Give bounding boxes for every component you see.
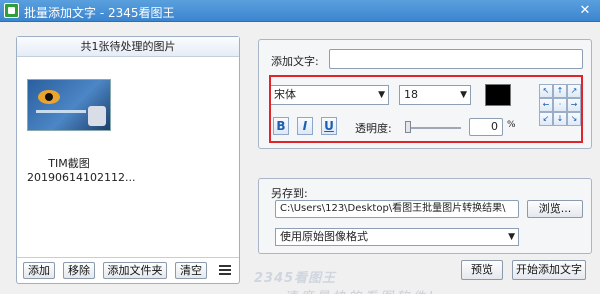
font-size-value: 18 xyxy=(404,88,418,101)
opacity-slider-thumb[interactable] xyxy=(405,121,411,133)
position-bottom-left-icon[interactable]: ↙ xyxy=(539,112,553,126)
eye-logo-icon xyxy=(38,90,60,104)
add-text-input[interactable] xyxy=(329,49,583,69)
opacity-slider-track[interactable] xyxy=(405,127,461,129)
chevron-down-icon: ▼ xyxy=(460,90,467,100)
image-thumbnail xyxy=(27,79,111,131)
bold-button[interactable]: B xyxy=(273,117,289,135)
image-name-line2: 20190614102112... xyxy=(27,171,136,184)
font-select[interactable]: 宋体 ▼ xyxy=(269,85,389,105)
person-figure xyxy=(88,106,106,126)
add-text-label: 添加文字: xyxy=(271,55,319,68)
position-top-right-icon[interactable]: ↗ xyxy=(567,84,581,98)
position-top-center-icon[interactable]: ↑ xyxy=(553,84,567,98)
start-add-text-button[interactable]: 开始添加文字 xyxy=(512,260,586,280)
position-center-icon[interactable]: · xyxy=(553,98,567,112)
brand-slogan: 速度最快的看图软件! xyxy=(284,286,436,294)
text-settings-group: 添加文字: 宋体 ▼ 18 ▼ ↖ ↑ ↗ ← · → ↙ ↓ ↘ B I U … xyxy=(258,39,592,149)
list-view-icon[interactable] xyxy=(219,265,231,275)
save-to-label: 另存到: xyxy=(271,187,308,200)
position-top-left-icon[interactable]: ↖ xyxy=(539,84,553,98)
opacity-label: 透明度: xyxy=(355,122,392,135)
image-name: TIM截图 20190614102112... xyxy=(27,157,136,185)
format-select[interactable]: 使用原始图像格式 ▼ xyxy=(275,228,519,246)
add-button[interactable]: 添加 xyxy=(23,262,55,279)
image-list-item[interactable]: TIM截图 20190614102112... xyxy=(27,79,136,185)
position-bottom-center-icon[interactable]: ↓ xyxy=(553,112,567,126)
browse-button[interactable]: 浏览... xyxy=(527,200,583,218)
position-grid: ↖ ↑ ↗ ← · → ↙ ↓ ↘ xyxy=(539,84,581,126)
title-bar: 批量添加文字 - 2345看图王 ✕ xyxy=(0,0,600,22)
position-middle-left-icon[interactable]: ← xyxy=(539,98,553,112)
image-list-panel: 共1张待处理的图片 TIM截图 20190614102112... 添加 移除 … xyxy=(16,36,240,284)
add-folder-button[interactable]: 添加文件夹 xyxy=(103,262,167,279)
brand-logo: 2345看图王 xyxy=(254,271,337,286)
opacity-input[interactable]: 0 xyxy=(469,118,503,136)
underline-button[interactable]: U xyxy=(321,117,337,135)
font-select-value: 宋体 xyxy=(274,88,296,101)
preview-button[interactable]: 预览 xyxy=(461,260,503,280)
save-path-input[interactable]: C:\Users\123\Desktop\看图王批量图片转换结果\ xyxy=(275,200,519,218)
window-title: 批量添加文字 - 2345看图王 xyxy=(24,6,175,20)
image-list-header: 共1张待处理的图片 xyxy=(17,37,239,57)
save-settings-group: 另存到: C:\Users\123\Desktop\看图王批量图片转换结果\ 浏… xyxy=(258,178,592,254)
text-color-swatch[interactable] xyxy=(485,84,511,106)
remove-button[interactable]: 移除 xyxy=(63,262,95,279)
image-name-line1: TIM截图 xyxy=(48,157,90,170)
format-select-value: 使用原始图像格式 xyxy=(280,230,368,243)
italic-button[interactable]: I xyxy=(297,117,313,135)
position-bottom-right-icon[interactable]: ↘ xyxy=(567,112,581,126)
percent-label: % xyxy=(507,120,516,130)
chevron-down-icon: ▼ xyxy=(508,232,515,242)
font-size-select[interactable]: 18 ▼ xyxy=(399,85,471,105)
clear-button[interactable]: 清空 xyxy=(175,262,207,279)
chevron-down-icon: ▼ xyxy=(378,90,385,100)
close-button[interactable]: ✕ xyxy=(576,2,594,19)
image-list-toolbar: 添加 移除 添加文件夹 清空 xyxy=(17,257,239,283)
dialog-body: 共1张待处理的图片 TIM截图 20190614102112... 添加 移除 … xyxy=(0,22,600,294)
app-icon xyxy=(4,3,19,18)
position-middle-right-icon[interactable]: → xyxy=(567,98,581,112)
